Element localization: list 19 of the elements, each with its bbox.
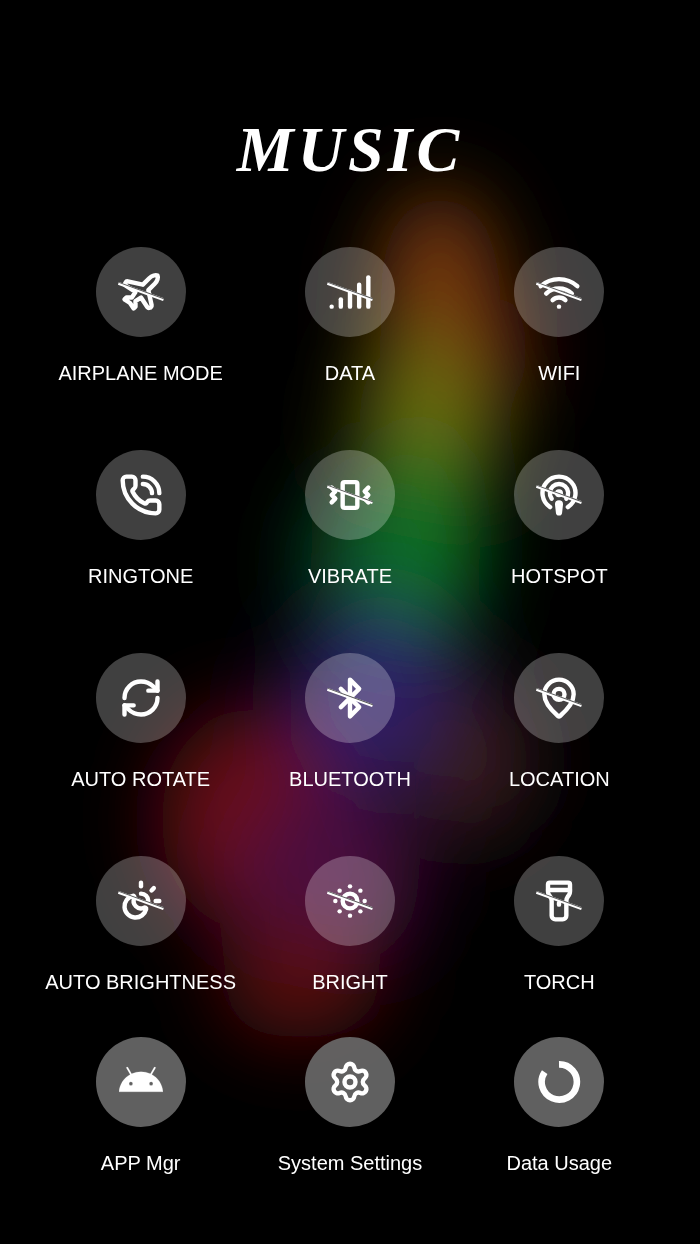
tile-label: WIFI xyxy=(538,361,581,386)
tile-label: DATA xyxy=(324,361,376,386)
tile-label: VIBRATE xyxy=(307,564,393,589)
tile-label: AUTO BRIGHTNESS xyxy=(45,970,237,995)
tile-label: APP Mgr xyxy=(100,1151,181,1176)
tile-label: BLUETOOTH xyxy=(289,767,411,792)
tile-label: System Settings xyxy=(277,1151,423,1176)
tile-button[interactable] xyxy=(305,450,395,540)
tile-label: AIRPLANE MODE xyxy=(58,361,223,386)
tile-label: AUTO ROTATE xyxy=(71,767,211,792)
tile-label: Data Usage xyxy=(506,1151,613,1176)
tile-label: TORCH xyxy=(523,970,595,995)
tile-label: BRIGHT xyxy=(312,970,388,995)
ring-chart-icon xyxy=(537,1060,582,1104)
tile-label: RINGTONE xyxy=(88,564,194,589)
tile-label: LOCATION xyxy=(508,767,610,792)
settings-icon xyxy=(328,1060,372,1104)
tile-label: HOTSPOT xyxy=(511,564,608,589)
app-title: MUSIC xyxy=(236,113,464,187)
